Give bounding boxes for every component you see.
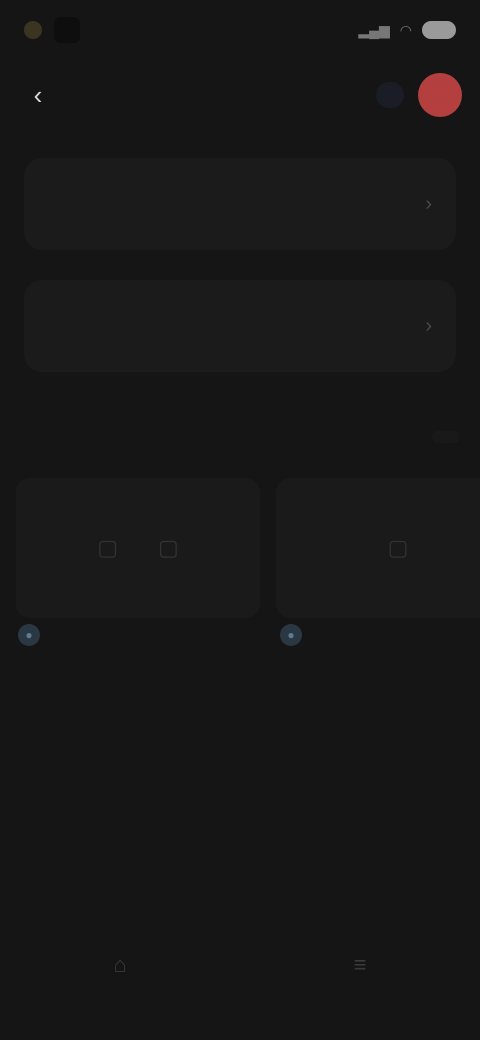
- image-icon: ▢: [158, 535, 179, 560]
- tile-left[interactable]: ▢ ▢: [16, 478, 260, 618]
- tile-right-status-icon: ●: [280, 624, 302, 646]
- section-action-button[interactable]: [432, 431, 460, 443]
- back-button[interactable]: ‹: [18, 75, 58, 115]
- status-left: [24, 17, 92, 43]
- app-screen: ▂▄▆ ◠ ‹ › › ▢ ▢ ▢ ● ● ⌂ ≡: [0, 0, 480, 1040]
- chevron-right-icon: ›: [425, 314, 432, 337]
- image-icon: ▢: [387, 535, 409, 560]
- center-link[interactable]: [160, 800, 320, 832]
- notification-badge-icon: [54, 17, 80, 43]
- avatar[interactable]: [418, 73, 462, 117]
- notification-app-icon: [24, 21, 42, 39]
- wifi-icon: ◠: [399, 21, 412, 38]
- menu-icon[interactable]: ≡: [354, 952, 367, 978]
- top-app-bar: ‹: [0, 60, 480, 130]
- card-2[interactable]: ›: [24, 280, 456, 372]
- top-bar-actions: [376, 73, 462, 117]
- tile-left-status-icon: ●: [18, 624, 40, 646]
- bottom-navigation: ⌂ ≡: [0, 930, 480, 1000]
- status-right: ▂▄▆ ◠: [358, 21, 456, 39]
- home-icon[interactable]: ⌂: [113, 952, 126, 978]
- tile-right[interactable]: ▢: [276, 478, 480, 618]
- account-chip[interactable]: [376, 82, 404, 108]
- card-1[interactable]: ›: [24, 158, 456, 250]
- info-block: [20, 696, 460, 708]
- status-bar: ▂▄▆ ◠: [0, 0, 480, 60]
- image-icon: ▢: [97, 535, 118, 560]
- signal-icon: ▂▄▆: [358, 21, 390, 38]
- chevron-left-icon: ‹: [33, 79, 43, 110]
- section-header: [0, 412, 480, 462]
- battery-icon: [422, 21, 456, 39]
- chevron-right-icon: ›: [425, 192, 432, 215]
